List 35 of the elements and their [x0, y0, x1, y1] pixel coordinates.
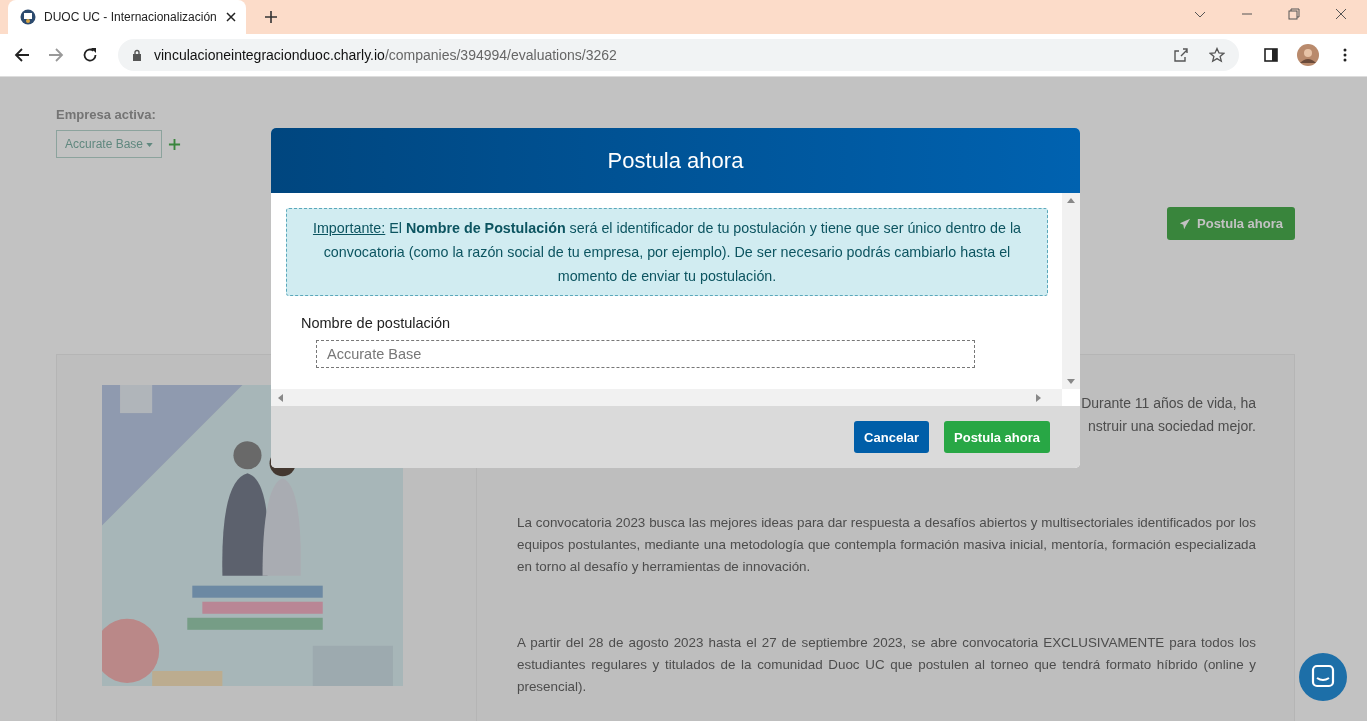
star-icon[interactable] [1209, 47, 1225, 63]
input-field[interactable]: Accurate Base [316, 340, 975, 368]
chat-icon[interactable] [1299, 653, 1347, 701]
browser-tab[interactable]: DUOC UC - Internacionalización [8, 0, 246, 34]
scroll-right-icon[interactable] [1036, 393, 1042, 402]
paper-plane-icon [1179, 217, 1192, 230]
share-icon[interactable] [1173, 47, 1189, 63]
new-tab-icon[interactable] [264, 10, 278, 24]
scroll-left-icon[interactable] [277, 393, 283, 402]
site-logo-icon [20, 9, 36, 25]
paragraph-text: La convocatoria 2023 busca las mejores ideas para dar respuesta a desafíos abiertos y multisectoriales identificados por los equipos postulantes, mediante una metodología que contempla formación masiva inicial, mentoría, formación especializada en torno al desafío y herramientas de innovación. [517, 514, 1256, 576]
notice-text: Importante: El Nombre de Postulación será el identificador de tu postulación y tiene que ser único dentro de la convocatoria (como la razón social de tu empresa, por ejemplo). De ser necesario podrás cambiarlo hasta el momento de enviar tu postulación. [286, 208, 1048, 296]
cancel-button[interactable]: Cancelar [854, 421, 930, 453]
forward-icon[interactable] [48, 47, 64, 63]
restore-icon[interactable] [1288, 8, 1300, 20]
paragraph-text: nstruir una sociedad mejor. [1087, 417, 1256, 436]
back-icon[interactable] [14, 47, 30, 63]
close-icon[interactable] [226, 12, 236, 22]
side-panel-icon[interactable] [1263, 47, 1279, 63]
field-label: Nombre de postulación [301, 315, 452, 331]
vertical-scrollbar[interactable] [1062, 193, 1080, 389]
caret-icon [146, 142, 154, 147]
scroll-up-icon[interactable] [1067, 197, 1075, 203]
address-bar[interactable]: vinculacioneintegracionduoc.charly.io/companies/394994/evaluations/3262 [118, 39, 1239, 71]
horizontal-scrollbar[interactable] [271, 389, 1062, 406]
company-label: Empresa activa: [56, 107, 157, 122]
url-text: vinculacioneintegracionduoc.charly.io/companies/394994/evaluations/3262 [154, 47, 617, 63]
paragraph-text: A partir del 28 de agosto 2023 hasta el 27 de septiembre 2023, se abre convocatoria EXCLUSIVAMENTE para todos los estudiantes regulares y titulados de la comunidad Duoc UC que postulen al torneo que tendrá formato híbrido (online y presencial). [517, 634, 1256, 696]
lock-icon [132, 49, 142, 61]
paragraph-text: Durante 11 años de vida, ha [1081, 394, 1256, 413]
scroll-down-icon[interactable] [1067, 379, 1075, 385]
avatar-icon[interactable] [1297, 44, 1319, 66]
reload-icon[interactable] [82, 47, 98, 63]
add-icon[interactable] [168, 137, 182, 151]
dialog-title: Postula ahora [607, 147, 744, 174]
